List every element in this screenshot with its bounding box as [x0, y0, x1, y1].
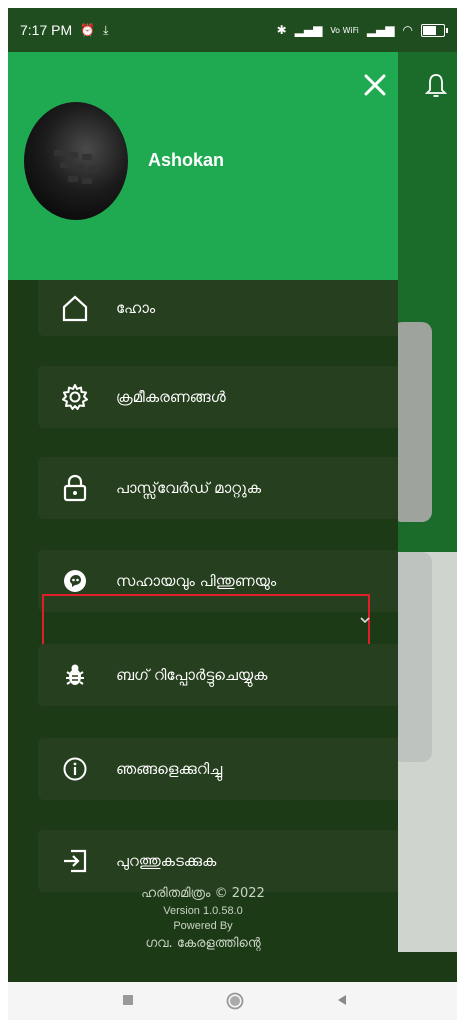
- background-card: [392, 552, 432, 762]
- vowifi-label: Vo WiFi: [330, 25, 359, 35]
- download-icon: ⤓: [103, 22, 109, 37]
- system-nav-bar: [8, 982, 457, 1020]
- menu-item-label: പാസ്സ്‌വേർഡ് മാറ്റുക: [116, 479, 262, 497]
- menu-item-label: ബഗ് റിപ്പോർട്ടുചെയ്യുക: [116, 666, 268, 684]
- powered-by-text: Powered By: [173, 920, 233, 932]
- battery-icon: [421, 23, 448, 37]
- status-bar: 7:17 PM ⏰ ⤓ ✱ ▂▄▆ Vo WiFi ▂▄▆ ◠: [8, 8, 457, 52]
- back-icon[interactable]: [334, 992, 350, 1008]
- govt-kerala-text: ഗവ. കേരളത്തിന്റെ: [145, 936, 261, 951]
- menu-item-label: പുറത്തുകടക്കുക: [116, 852, 217, 870]
- highlight-box: [42, 594, 370, 650]
- info-icon: [58, 752, 92, 786]
- background-card: [392, 322, 432, 522]
- menu-item-label: ഞങ്ങളെക്കുറിച്ചു: [116, 760, 223, 778]
- support-icon: [58, 564, 92, 598]
- alarm-icon: ⏰: [80, 23, 96, 37]
- drawer-footer: ഹരിതമിത്രം © 2022 Version 1.0.58.0 Power…: [8, 886, 398, 951]
- navigation-drawer: Ashokan ഹോം ക്രമീകരണങ്ങൾ: [8, 52, 398, 982]
- signal-icon-2: ▂▄▆: [366, 23, 395, 37]
- bug-icon: [58, 658, 92, 692]
- menu-item-logout[interactable]: പുറത്തുകടക്കുക: [38, 830, 398, 892]
- copyright-text: ഹരിതമിത്രം © 2022: [141, 886, 265, 901]
- home-button-icon[interactable]: [226, 992, 244, 1010]
- close-icon[interactable]: [360, 70, 390, 100]
- avatar[interactable]: [24, 102, 128, 220]
- lock-icon: [58, 471, 92, 505]
- menu-item-label: സഹായവും പിന്തുണയും: [116, 572, 277, 590]
- background-app: [392, 52, 457, 952]
- menu-item-label: ക്രമീകരണങ്ങൾ: [116, 388, 226, 406]
- menu-item-label: ഹോം: [116, 299, 156, 317]
- chevron-down-icon[interactable]: [358, 613, 372, 627]
- recent-apps-icon[interactable]: [120, 992, 136, 1008]
- signal-icon: ▂▄▆: [294, 23, 323, 37]
- home-icon: [58, 291, 92, 325]
- menu-item-report-bug[interactable]: ബഗ് റിപ്പോർട്ടുചെയ്യുക: [38, 644, 398, 706]
- wifi-icon: ◠: [402, 23, 413, 37]
- notification-bell-icon[interactable]: [424, 72, 448, 100]
- settings-icon: [58, 380, 92, 414]
- menu-item-home[interactable]: ഹോം: [38, 280, 398, 336]
- logout-icon: [58, 844, 92, 878]
- status-time: 7:17 PM: [20, 22, 73, 38]
- menu-item-change-password[interactable]: പാസ്സ്‌വേർഡ് മാറ്റുക: [38, 457, 398, 519]
- bluetooth-icon: ✱: [276, 23, 287, 37]
- version-text: Version 1.0.58.0: [163, 905, 243, 917]
- status-icons: ✱ ▂▄▆ Vo WiFi ▂▄▆ ◠: [276, 23, 448, 37]
- phone-screen: 7:17 PM ⏰ ⤓ ✱ ▂▄▆ Vo WiFi ▂▄▆ ◠ Ashokan …: [8, 8, 457, 1020]
- user-name: Ashokan: [148, 150, 225, 170]
- drawer-header: Ashokan: [8, 52, 398, 280]
- menu-item-settings[interactable]: ക്രമീകരണങ്ങൾ: [38, 366, 398, 428]
- menu-item-about-us[interactable]: ഞങ്ങളെക്കുറിച്ചു: [38, 738, 398, 800]
